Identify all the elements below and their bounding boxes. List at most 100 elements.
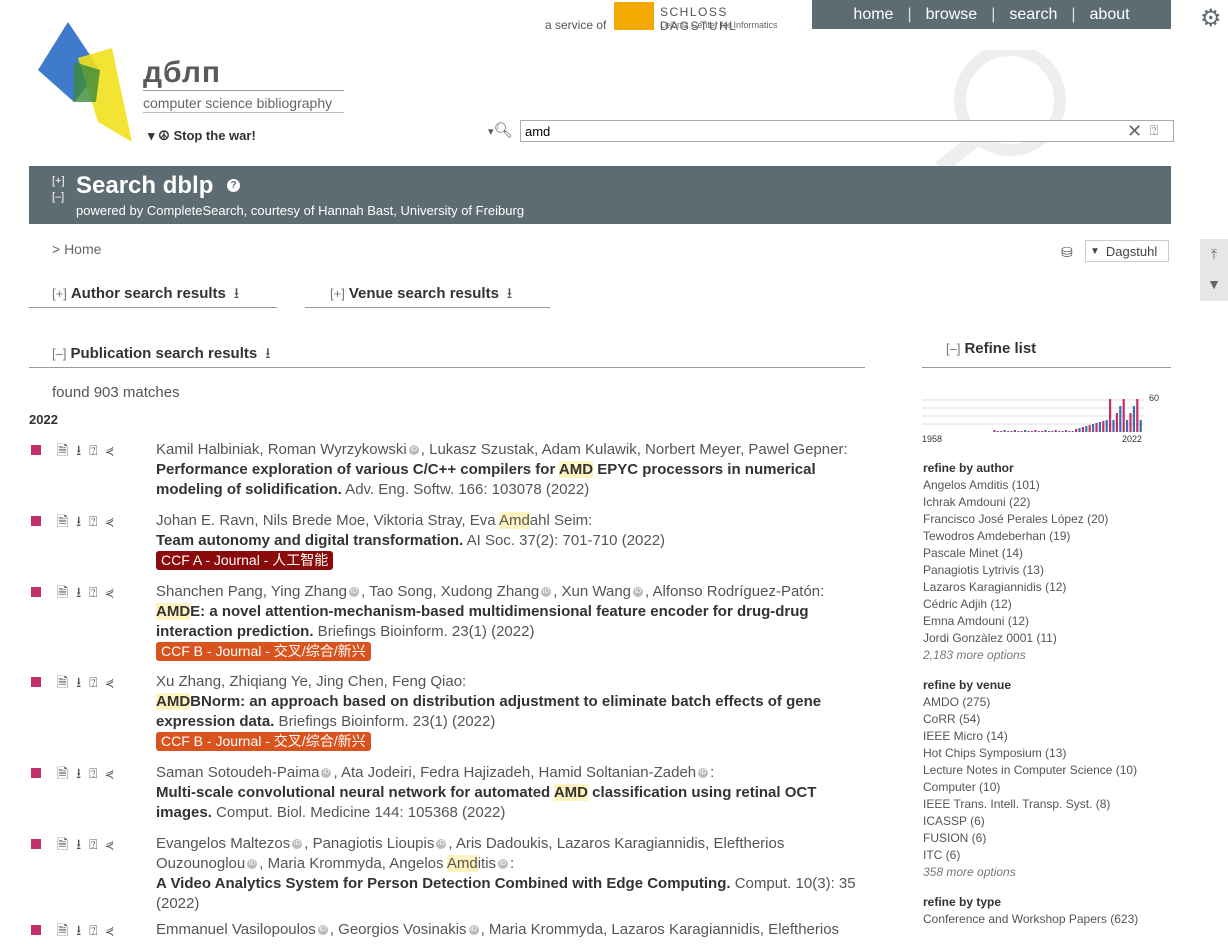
histogram-bar[interactable] xyxy=(1092,424,1095,432)
histogram-bar[interactable] xyxy=(1034,430,1037,432)
orcid-icon[interactable]: iD xyxy=(436,839,447,850)
histogram-bar[interactable] xyxy=(1041,431,1044,432)
refine-author-item[interactable]: Lazaros Karagiannidis (12) xyxy=(923,579,1173,596)
histogram-bar[interactable] xyxy=(1078,428,1081,432)
venue-link[interactable]: AI Soc. 37(2): 701-710 (2022) xyxy=(463,532,665,549)
mirror-select[interactable]: ▼ Dagstuhl xyxy=(1085,240,1169,262)
search-help-icon[interactable]: ⍰ xyxy=(1150,122,1158,139)
entry-actions[interactable]: 🗎⭳⍰⋞ xyxy=(57,672,122,696)
entry-actions[interactable]: 🗎⭳⍰⋞ xyxy=(57,511,122,535)
close-icon[interactable]: ✕ xyxy=(1127,121,1142,142)
refine-venue-item[interactable]: ITC (6) xyxy=(923,847,1173,864)
stop-war-link[interactable]: ▾ ☮ Stop the war! xyxy=(148,128,256,144)
histogram-bar[interactable] xyxy=(1020,431,1023,432)
histogram-bar[interactable] xyxy=(1024,430,1027,432)
nav-home[interactable]: home xyxy=(847,6,899,24)
refine-author-more[interactable]: 2,183 more options xyxy=(923,647,1173,664)
orcid-icon[interactable]: iD xyxy=(247,859,258,870)
download-icon[interactable]: ⭳ xyxy=(234,285,239,302)
refine-venue-item[interactable]: Hot Chips Symposium (13) xyxy=(923,745,1173,762)
histogram-bar[interactable] xyxy=(1030,431,1033,432)
breadcrumb[interactable]: > Home xyxy=(52,241,101,257)
banner-toggle[interactable]: [+] [–] xyxy=(52,173,65,205)
histogram-bar[interactable] xyxy=(1126,420,1129,432)
histogram-bar[interactable] xyxy=(1054,430,1057,432)
refine-venue-item[interactable]: ICASSP (6) xyxy=(923,813,1173,830)
refine-author-item[interactable]: Pascale Minet (14) xyxy=(923,545,1173,562)
refine-type-item[interactable]: Conference and Workshop Papers (623) xyxy=(923,911,1173,928)
histogram-bar[interactable] xyxy=(1071,431,1074,432)
venue-link[interactable]: Comput. Biol. Medicine 144: 105368 (2022… xyxy=(212,804,505,821)
orcid-icon[interactable]: iD xyxy=(541,587,552,598)
venue-link[interactable]: Briefings Bioinform. 23(1) (2022) xyxy=(274,713,496,730)
histogram-bar[interactable] xyxy=(1119,406,1122,432)
publication-results-toggle[interactable]: [–] Publication search results ⭳ xyxy=(52,343,270,368)
histogram-bar[interactable] xyxy=(1132,406,1135,432)
refine-venue-item[interactable]: AMDO (275) xyxy=(923,694,1173,711)
scroll-down-icon[interactable]: ▼ xyxy=(1200,269,1228,299)
histogram-bar[interactable] xyxy=(1075,429,1078,432)
entry-actions[interactable]: 🗎⭳⍰⋞ xyxy=(57,763,122,787)
histogram-bar[interactable] xyxy=(1105,420,1108,432)
histogram-bar[interactable] xyxy=(993,430,996,432)
venue-link[interactable]: Briefings Bioinform. 23(1) (2022) xyxy=(314,623,535,640)
refine-author-item[interactable]: Cédric Adjih (12) xyxy=(923,596,1173,613)
refine-author-item[interactable]: Angelos Amditis (101) xyxy=(923,477,1173,494)
search-input[interactable] xyxy=(520,120,1174,142)
orcid-icon[interactable]: iD xyxy=(468,925,479,936)
orcid-icon[interactable]: iD xyxy=(408,445,419,456)
histogram-bar[interactable] xyxy=(1037,431,1040,432)
completesearch-link[interactable]: CompleteSearch xyxy=(147,203,244,218)
histogram-bar[interactable] xyxy=(1085,426,1088,432)
histogram-bar[interactable] xyxy=(1081,427,1084,432)
publication-title[interactable]: Team autonomy and digital transformation… xyxy=(156,532,463,549)
histogram-bar[interactable] xyxy=(1109,399,1112,432)
refine-author-item[interactable]: Jordi Gonzàlez 0001 (11) xyxy=(923,630,1173,647)
histogram-bar[interactable] xyxy=(1064,430,1067,432)
dblp-logo-icon[interactable] xyxy=(38,22,148,142)
refine-venue-item[interactable]: CoRR (54) xyxy=(923,711,1173,728)
histogram-bar[interactable] xyxy=(1051,431,1054,432)
refine-author-item[interactable]: Panagiotis Lytrivis (13) xyxy=(923,562,1173,579)
refine-venue-item[interactable]: Lecture Notes in Computer Science (10) xyxy=(923,762,1173,779)
histogram-bar[interactable] xyxy=(1136,399,1139,432)
histogram-bar[interactable] xyxy=(1003,430,1006,432)
entry-actions[interactable]: 🗎⭳⍰⋞ xyxy=(57,834,122,858)
histogram-bar[interactable] xyxy=(1095,423,1098,432)
histogram-bar[interactable] xyxy=(1129,413,1132,432)
nav-search[interactable]: search xyxy=(1003,6,1063,24)
histogram-bar[interactable] xyxy=(996,431,999,432)
orcid-icon[interactable]: iD xyxy=(633,587,644,598)
histogram-bar[interactable] xyxy=(1061,431,1064,432)
histogram-bar[interactable] xyxy=(1112,420,1115,432)
histogram-bar[interactable] xyxy=(1139,420,1142,432)
histogram-bar[interactable] xyxy=(1102,421,1105,432)
refine-venue-item[interactable]: IEEE Trans. Intell. Transp. Syst. (8) xyxy=(923,796,1173,813)
refine-list-toggle[interactable]: [–] Refine list xyxy=(946,340,1036,357)
freiburg-link[interactable]: University of Freiburg xyxy=(401,203,525,218)
histogram-bar[interactable] xyxy=(1044,430,1047,432)
scroll-top-icon[interactable]: ⤒ xyxy=(1200,239,1228,269)
histogram-bar[interactable] xyxy=(1007,431,1010,432)
nav-browse[interactable]: browse xyxy=(920,6,984,24)
venue-results-toggle[interactable]: [+] Venue search results ⭳ xyxy=(330,283,512,308)
refine-author-item[interactable]: Francisco José Perales López (20) xyxy=(923,511,1173,528)
histogram-bar[interactable] xyxy=(1115,413,1118,432)
entry-actions[interactable]: 🗎⭳⍰⋞ xyxy=(57,920,122,944)
histogram-bar[interactable] xyxy=(1013,430,1016,432)
orcid-icon[interactable]: iD xyxy=(498,859,509,870)
hannah-bast-link[interactable]: Hannah Bast xyxy=(318,203,393,218)
download-icon[interactable]: ⭳ xyxy=(265,345,270,362)
entry-actions[interactable]: 🗎⭳⍰⋞ xyxy=(57,582,122,606)
histogram-bar[interactable] xyxy=(1017,431,1020,432)
histogram-bar[interactable] xyxy=(1122,399,1125,432)
publication-title[interactable]: A Video Analytics System for Person Dete… xyxy=(156,875,731,892)
orcid-icon[interactable]: iD xyxy=(317,925,328,936)
orcid-icon[interactable]: iD xyxy=(321,768,332,779)
histogram-bar[interactable] xyxy=(1027,431,1030,432)
dagstuhl-logo[interactable]: SCHLOSS DAGSTUHL Leibniz Center for Info… xyxy=(614,2,794,33)
gear-icon[interactable]: ⚙ xyxy=(1200,4,1222,33)
nav-about[interactable]: about xyxy=(1084,6,1136,24)
author-results-toggle[interactable]: [+] Author search results ⭳ xyxy=(52,283,239,308)
orcid-icon[interactable]: iD xyxy=(349,587,359,598)
